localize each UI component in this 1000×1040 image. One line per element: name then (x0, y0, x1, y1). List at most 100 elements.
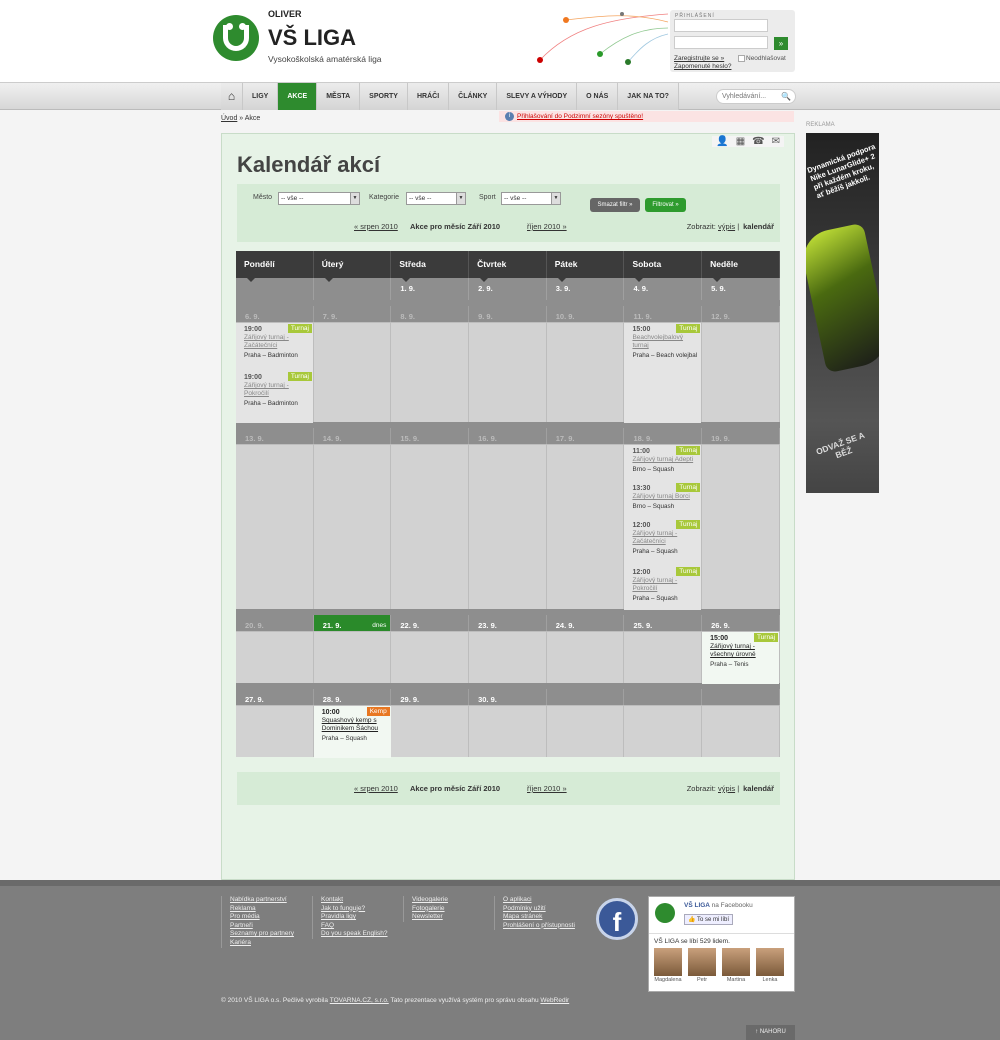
event-title-link[interactable]: Zářijový turnaj - všechny úrovně (710, 643, 775, 659)
day-cell[interactable]: 15:00 Turnaj Zářijový turnaj - všechny úro… (702, 631, 780, 684)
back-to-top-button[interactable]: ↑ NAHORU (746, 1025, 795, 1040)
footer-link[interactable]: Pro média (230, 913, 294, 922)
footer-link[interactable]: Do you speak English? (321, 930, 388, 939)
cms-link[interactable]: WebRedir (540, 997, 569, 1004)
calendar-event[interactable]: 13:30 Turnaj Zářijový turnaj Borci Brno – S… (624, 482, 702, 519)
footer-link[interactable]: Fotogalerie (412, 905, 448, 914)
username-input[interactable] (674, 19, 768, 32)
day-cell[interactable] (469, 444, 547, 609)
day-cell[interactable] (236, 705, 314, 757)
calendar-event[interactable]: 12:00 Turnaj Zářijový turnaj - Pokročilí Pr… (624, 566, 702, 610)
day-cell[interactable] (702, 705, 780, 757)
day-cell[interactable]: 11:00 Turnaj Zářijový turnaj Adepti Brno – … (624, 444, 703, 610)
rss-icon[interactable]: ▦ (736, 136, 745, 147)
stay-logged-in-checkbox[interactable]: Neodhlašovat (738, 55, 786, 62)
next-month-link[interactable]: říjen 2010 » (527, 784, 567, 793)
event-title-link[interactable]: Zářijový turnaj - Začátečníci (632, 530, 697, 546)
register-link[interactable]: Zaregistrujte se » (674, 55, 724, 62)
nav-item-0[interactable]: LIGY (243, 83, 279, 110)
event-title-link[interactable]: Zářijový turnaj - Pokročilí (244, 382, 309, 398)
facebook-icon[interactable]: f (596, 898, 638, 940)
day-cell[interactable] (391, 322, 470, 422)
sport-select[interactable]: -- vše -- ▼ (501, 192, 561, 205)
calendar-event[interactable]: 19:00 Turnaj Zářijový turnaj - Začátečníci… (236, 323, 313, 371)
day-cell[interactable] (313, 322, 392, 422)
mail-icon[interactable]: ✉ (772, 136, 780, 147)
footer-link[interactable]: O aplikaci (503, 896, 575, 905)
prev-month-link[interactable]: « srpen 2010 (354, 784, 398, 793)
event-title-link[interactable]: Zářijový turnaj - Pokročilí (632, 577, 697, 593)
day-cell[interactable] (236, 444, 314, 609)
nav-item-5[interactable]: ČLÁNKY (449, 83, 498, 110)
nav-item-6[interactable]: SLEVY A VÝHODY (497, 83, 578, 110)
checkbox-icon[interactable] (738, 55, 745, 62)
day-cell[interactable] (313, 631, 392, 683)
day-cell[interactable] (702, 322, 780, 422)
nav-item-1[interactable]: AKCE (278, 83, 318, 110)
site-brand[interactable]: VŠ LIGA (268, 25, 356, 51)
footer-link[interactable]: Mapa stránek (503, 913, 575, 922)
day-cell[interactable] (546, 444, 625, 609)
calendar-event[interactable]: 10:00 Kemp Squashový kemp s Dominikem Šách… (313, 706, 391, 758)
password-input[interactable] (674, 36, 768, 49)
next-month-link[interactable]: říjen 2010 » (527, 222, 567, 231)
fb-fan[interactable]: Petr (687, 948, 717, 983)
day-cell[interactable] (546, 322, 625, 422)
event-title-link[interactable]: Beachvolejbalový turnaj (632, 334, 697, 350)
day-cell[interactable] (391, 631, 470, 683)
nav-item-8[interactable]: JAK NA TO? (618, 83, 679, 110)
view-list-link[interactable]: výpis (718, 784, 735, 793)
day-cell[interactable]: 19:00 Turnaj Zářijový turnaj - Začátečníci… (236, 322, 314, 423)
calendar-event[interactable]: 15:00 Turnaj Beachvolejbalový turnaj Praha … (624, 323, 702, 423)
footer-link[interactable]: Kontakt (321, 896, 388, 905)
calendar-event[interactable]: 12:00 Turnaj Zářijový turnaj - Začátečníci… (624, 519, 702, 566)
agency-link[interactable]: TOVARNA.CZ, s.r.o. (330, 997, 389, 1004)
nav-item-3[interactable]: SPORTY (360, 83, 408, 110)
day-cell[interactable] (236, 631, 314, 683)
calendar-event[interactable]: 15:00 Turnaj Zářijový turnaj - všechny úro… (702, 632, 780, 684)
footer-link[interactable]: FAQ (321, 922, 388, 931)
category-select[interactable]: -- vše -- ▼ (406, 192, 466, 205)
fb-fan[interactable]: Martina (721, 948, 751, 983)
event-title-link[interactable]: Zářijový turnaj Borci (632, 493, 697, 501)
search-input[interactable]: Vyhledávání... 🔍 (716, 89, 796, 104)
event-title-link[interactable]: Zářijový turnaj Adepti (632, 456, 697, 464)
fb-fan[interactable]: Magdalena (653, 948, 683, 983)
notice-link[interactable]: Přihlašování do Podzimní sezóny spuštěno… (517, 113, 643, 120)
breadcrumb-home-link[interactable]: Úvod (221, 115, 237, 122)
home-icon[interactable]: ⌂ (221, 83, 243, 110)
day-cell[interactable] (469, 322, 547, 422)
footer-link[interactable]: Kariéra (230, 939, 294, 948)
search-icon[interactable]: 🔍 (781, 90, 791, 103)
login-submit-button[interactable]: » (774, 37, 788, 50)
footer-link[interactable]: Reklama (230, 905, 294, 914)
ad-banner[interactable]: Dynamická podpora Nike LunarGlide+ 2 při… (806, 133, 879, 493)
day-cell[interactable] (391, 444, 470, 609)
forgot-password-link[interactable]: Zapomenuté heslo? (674, 63, 731, 70)
nav-item-2[interactable]: MĚSTA (317, 83, 361, 110)
day-cell[interactable] (469, 705, 547, 757)
day-cell[interactable]: 15:00 Turnaj Beachvolejbalový turnaj Praha … (624, 322, 703, 423)
event-title-link[interactable]: Zářijový turnaj - Začátečníci (244, 334, 309, 350)
event-title-link[interactable]: Squashový kemp s Dominikem Šáchou (322, 717, 387, 733)
apply-filter-button[interactable]: Filtrovat » (645, 198, 686, 212)
calendar-event[interactable]: 11:00 Turnaj Zářijový turnaj Adepti Brno – … (624, 445, 702, 482)
day-cell[interactable] (546, 631, 625, 683)
day-cell[interactable] (546, 705, 625, 757)
footer-link[interactable]: Podmínky užití (503, 905, 575, 914)
footer-link[interactable]: Pravidla ligy (321, 913, 388, 922)
logo-icon[interactable] (213, 15, 259, 61)
footer-link[interactable]: Videogalerie (412, 896, 448, 905)
fb-page-name[interactable]: VŠ LIGA (684, 902, 710, 909)
day-cell[interactable] (391, 705, 470, 757)
footer-link[interactable]: Jak to funguje? (321, 905, 388, 914)
phone-icon[interactable]: ☎ (752, 136, 764, 147)
fb-like-button[interactable]: 👍 To se mi líbí (684, 914, 734, 925)
day-cell[interactable] (313, 444, 392, 609)
day-cell[interactable]: 10:00 Kemp Squashový kemp s Dominikem Šách… (313, 705, 392, 758)
clear-filter-button[interactable]: Smazat filtr » (590, 198, 640, 212)
nav-item-4[interactable]: HRÁČI (407, 83, 450, 110)
day-cell[interactable] (624, 631, 703, 683)
view-list-link[interactable]: výpis (718, 222, 735, 231)
prev-month-link[interactable]: « srpen 2010 (354, 222, 398, 231)
